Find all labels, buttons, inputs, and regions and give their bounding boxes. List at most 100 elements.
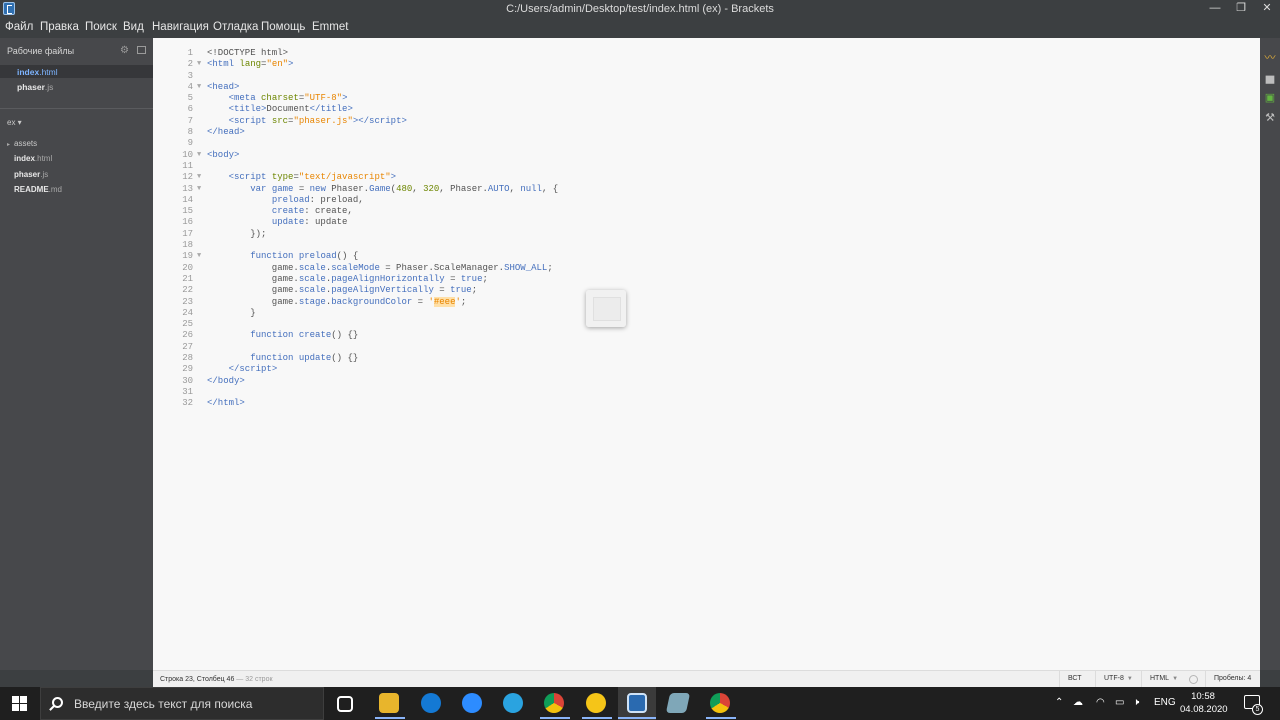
menu-navigate[interactable]: Навигация [152,21,209,33]
chevron-right-icon[interactable]: ▸ [7,141,10,148]
menu-file[interactable]: Файл [5,21,33,33]
minimize-button[interactable]: — [1202,0,1228,18]
live-preview-icon[interactable]: 〰 [1264,52,1276,64]
file-name: phaser [14,170,41,179]
restore-button[interactable]: ❐ [1228,0,1254,18]
tree-file-index-html[interactable]: index.html [14,154,52,163]
code-line[interactable]: 7 <script src="phaser.js"></script> [153,116,1260,127]
code-line[interactable]: 15 create: create, [153,206,1260,217]
notepad-icon[interactable] [665,693,691,713]
code-line[interactable]: 22 game.scale.pageAlignVertically = true… [153,285,1260,296]
code-line[interactable]: 25 [153,319,1260,330]
code-line[interactable]: 19 ▼ function preload() { [153,251,1260,262]
line-number: 4 [187,81,193,92]
code-line[interactable]: 21 game.scale.pageAlignHorizontally = tr… [153,274,1260,285]
zoom-icon[interactable] [462,693,482,713]
rocket-chat-icon[interactable] [586,693,606,713]
code-line[interactable]: 24 } [153,308,1260,319]
chevron-up-icon[interactable]: ⌃ [1055,697,1063,708]
tree-file-phaser-js[interactable]: phaser.js [14,170,48,179]
windows-start-icon[interactable] [12,696,27,711]
code-line[interactable]: 2 ▼ <html lang="en"> [153,59,1260,70]
language-dropdown[interactable]: HTML ▼ [1141,671,1186,687]
code-line[interactable]: 4 ▼ <head> [153,82,1260,93]
chrome-icon[interactable] [710,693,730,713]
line-number: 22 [182,285,193,296]
code-line[interactable]: 30 </body> [153,376,1260,387]
line-number: 23 [182,296,193,307]
menu-help[interactable]: Помощь [261,21,305,33]
volume-muted-icon[interactable]: 🕨 [1133,697,1139,708]
code-line[interactable]: 29 </script> [153,364,1260,375]
wifi-icon[interactable]: ◠ [1096,697,1105,708]
code-line[interactable]: 8 </head> [153,127,1260,138]
tree-folder-assets[interactable]: assets [14,139,37,148]
code-lines[interactable]: 1 <!DOCTYPE html> 2 ▼ <html lang="en"> 3 4 ▼ <he… [153,48,1260,410]
code-line[interactable]: 9 [153,138,1260,149]
code-line[interactable]: 13 ▼ var game = new Phaser.Game(480, 320,… [153,184,1260,195]
code-line[interactable]: 11 [153,161,1260,172]
code-line[interactable]: 5 <meta charset="UTF-8"> [153,93,1260,104]
code-text: </html> [207,398,245,409]
tree-file-readme-md[interactable]: README.md [14,185,62,194]
brackets-icon[interactable] [627,693,647,713]
code-text: function update() {} [250,353,359,364]
taskbar-search-box[interactable]: Введите здесь текст для поиска [40,687,324,720]
code-text: <meta charset="UTF-8"> [228,93,348,104]
code-line[interactable]: 14 preload: preload, [153,195,1260,206]
task-view-icon[interactable] [337,696,353,712]
file-explorer-icon[interactable] [379,693,399,713]
code-line[interactable]: 20 game.scale.scaleMode = Phaser.ScaleMa… [153,263,1260,274]
code-line[interactable]: 28 function update() {} [153,353,1260,364]
edge-icon[interactable] [421,693,441,713]
project-dropdown[interactable]: ex ▾ [7,118,22,127]
line-number: 21 [182,273,193,284]
code-line[interactable]: 32 </html> [153,398,1260,409]
code-line[interactable]: 12 ▼ <script type="text/javascript"> [153,172,1260,183]
menu-view[interactable]: Вид [123,21,144,33]
chrome-icon[interactable] [544,693,564,713]
telegram-icon[interactable] [503,693,523,713]
working-file-phaser-js[interactable]: phaser.js [17,82,53,92]
menu-emmet[interactable]: Emmet [312,21,348,33]
fold-toggle-icon[interactable]: ▼ [197,59,201,70]
close-button[interactable]: ✕ [1254,0,1280,18]
window-title: C:/Users/admin/Desktop/test/index.html (… [506,3,774,15]
menu-debug[interactable]: Отладка [213,21,258,33]
onedrive-icon[interactable]: ☁ [1073,697,1083,708]
git-icon[interactable]: ▣ [1264,92,1276,104]
fold-toggle-icon[interactable]: ▼ [197,251,201,262]
code-line[interactable]: 16 update: update [153,217,1260,228]
menu-edit[interactable]: Правка [40,21,79,33]
code-line[interactable]: 23 game.stage.backgroundColor = '#eee'; [153,296,1260,308]
code-line[interactable]: 27 [153,342,1260,353]
menu-find[interactable]: Поиск [85,21,117,33]
code-line[interactable]: 18 [153,240,1260,251]
fold-toggle-icon[interactable]: ▼ [197,82,201,93]
working-file-index-html[interactable]: index.html [17,67,58,77]
linter-status-icon[interactable] [1189,675,1198,684]
language-indicator[interactable]: ENG [1154,697,1176,708]
fold-toggle-icon[interactable]: ▼ [197,150,201,161]
code-line[interactable]: 17 }); [153,229,1260,240]
extension-manager-icon[interactable]: ▅ [1264,72,1276,84]
fold-toggle-icon[interactable]: ▼ [197,184,201,195]
encoding-dropdown[interactable]: UTF-8 ▼ [1095,671,1141,687]
indent-setting[interactable]: Пробелы: 4 [1205,671,1259,687]
code-line[interactable]: 3 [153,71,1260,82]
code-editor[interactable]: 1 <!DOCTYPE html> 2 ▼ <html lang="en"> 3 4 ▼ <he… [153,38,1260,670]
tools-icon[interactable]: ⚒ [1264,112,1276,124]
insert-mode-toggle[interactable]: ВСТ [1059,671,1090,687]
split-view-icon[interactable] [137,46,146,54]
clock[interactable]: 10:58 04.08.2020 [1180,690,1228,716]
code-line[interactable]: 10 ▼ <body> [153,150,1260,161]
fold-toggle-icon[interactable]: ▼ [197,172,201,183]
code-line[interactable]: 1 <!DOCTYPE html> [153,48,1260,59]
battery-icon[interactable]: ▭ [1115,697,1124,708]
chrome-indicator [540,717,570,719]
gear-icon[interactable]: ⚙ [120,45,129,56]
code-line[interactable]: 26 function create() {} [153,330,1260,341]
code-text: function create() {} [250,330,359,341]
code-line[interactable]: 31 [153,387,1260,398]
code-line[interactable]: 6 <title>Document</title> [153,104,1260,115]
